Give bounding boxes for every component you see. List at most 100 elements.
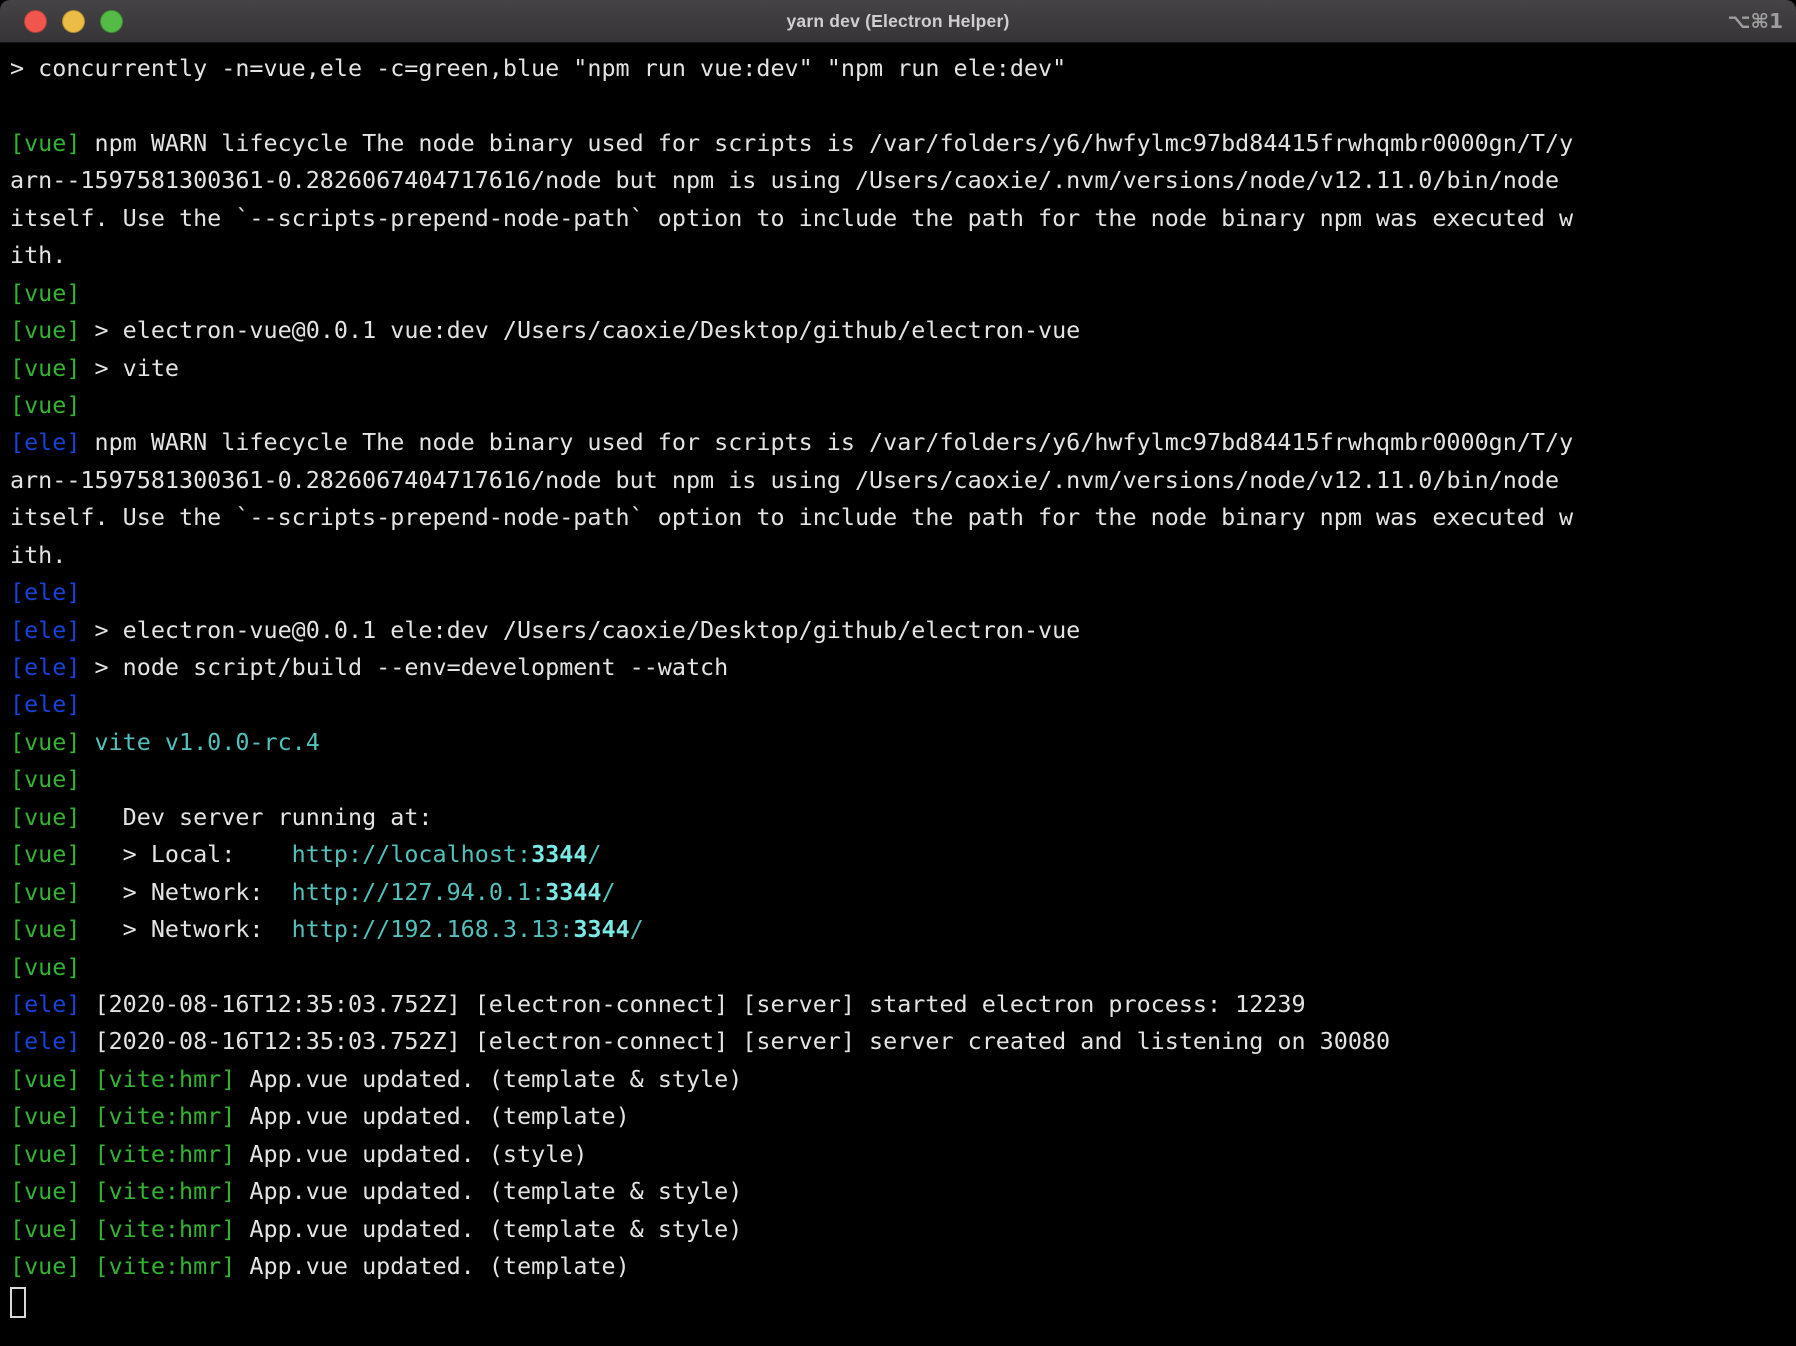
terminal-text-segment: > Local: (80, 840, 291, 868)
terminal-line: [vue] (10, 275, 1796, 312)
terminal-line: [ele] [2020-08-16T12:35:03.752Z] [electr… (10, 1023, 1796, 1060)
terminal-text-segment: App.vue updated. (template & style) (235, 1215, 742, 1243)
terminal-line: [vue] [vite:hmr] App.vue updated. (templ… (10, 1173, 1796, 1210)
close-button[interactable] (24, 10, 47, 33)
terminal-line: [vue] (10, 949, 1796, 986)
terminal-line: [vue] (10, 761, 1796, 798)
terminal-text-segment: [ele] (10, 990, 80, 1018)
terminal-text-segment: [vue] (10, 1102, 80, 1130)
terminal-line: [vue] > vite (10, 350, 1796, 387)
terminal-text-segment: [vite:hmr] (95, 1140, 236, 1168)
terminal-line: [vue] npm WARN lifecycle The node binary… (10, 125, 1796, 162)
terminal-text-segment: 3344 (545, 878, 601, 906)
terminal-line: [vue] Dev server running at: (10, 799, 1796, 836)
terminal-line: itself. Use the `--scripts-prepend-node-… (10, 200, 1796, 237)
terminal-line: [vue] > Network: http://127.94.0.1:3344/ (10, 874, 1796, 911)
terminal-line: arn--1597581300361-0.2826067404717616/no… (10, 162, 1796, 199)
keyboard-shortcut-badge: ⌥⌘1 (1727, 9, 1796, 33)
terminal-line: [ele] npm WARN lifecycle The node binary… (10, 424, 1796, 461)
terminal-screen[interactable]: > concurrently -n=vue,ele -c=green,blue … (0, 43, 1796, 1346)
terminal-line: [ele] > electron-vue@0.0.1 ele:dev /User… (10, 612, 1796, 649)
titlebar[interactable]: yarn dev (Electron Helper) ⌥⌘1 (0, 0, 1796, 43)
terminal-text-segment: [vite:hmr] (95, 1215, 236, 1243)
terminal-text-segment (80, 728, 94, 756)
terminal-text-segment: itself. Use the `--scripts-prepend-node-… (10, 204, 1573, 232)
terminal-text-segment: [vue] (10, 765, 80, 793)
terminal-text-segment: arn--1597581300361-0.2826067404717616/no… (10, 166, 1559, 194)
terminal-line: [vue] > Local: http://localhost:3344/ (10, 836, 1796, 873)
terminal-line: ith. (10, 237, 1796, 274)
terminal-line: [vue] > Network: http://192.168.3.13:334… (10, 911, 1796, 948)
terminal-text-segment: npm WARN lifecycle The node binary used … (80, 428, 1573, 456)
terminal-line: [ele] [2020-08-16T12:35:03.752Z] [electr… (10, 986, 1796, 1023)
terminal-line: [ele] (10, 686, 1796, 723)
terminal-text-segment (80, 1252, 94, 1280)
terminal-text-segment: [ele] (10, 653, 80, 681)
terminal-text-segment: [vue] (10, 803, 80, 831)
terminal-text-segment: > concurrently -n=vue,ele -c=green,blue … (10, 54, 1066, 82)
terminal-line (10, 1285, 1796, 1322)
terminal-text-segment: http://127.94.0.1: (292, 878, 545, 906)
terminal-text-segment: [vue] (10, 728, 80, 756)
terminal-text-segment: npm WARN lifecycle The node binary used … (80, 129, 1573, 157)
terminal-text-segment: [vue] (10, 1140, 80, 1168)
traffic-lights (0, 10, 123, 33)
terminal-text-segment: [vue] (10, 915, 80, 943)
terminal-text-segment: [vue] (10, 129, 80, 157)
minimize-button[interactable] (62, 10, 85, 33)
terminal-line: ith. (10, 537, 1796, 574)
terminal-text-segment: [vite:hmr] (95, 1102, 236, 1130)
fullscreen-button[interactable] (100, 10, 123, 33)
terminal-text-segment: [vue] (10, 878, 80, 906)
terminal-text-segment: > electron-vue@0.0.1 ele:dev /Users/caox… (80, 616, 1080, 644)
terminal-line: [vue] (10, 387, 1796, 424)
terminal-line: [vue] vite v1.0.0-rc.4 (10, 724, 1796, 761)
terminal-line: [ele] > node script/build --env=developm… (10, 649, 1796, 686)
terminal-text-segment: vite v1.0.0-rc.4 (95, 728, 320, 756)
terminal-text-segment: [2020-08-16T12:35:03.752Z] [electron-con… (80, 1027, 1390, 1055)
terminal-text-segment: [vue] (10, 354, 80, 382)
terminal-text-segment (80, 1177, 94, 1205)
terminal-text-segment: / (602, 878, 616, 906)
terminal-text-segment: > Network: (80, 915, 291, 943)
terminal-text-segment: [vite:hmr] (95, 1065, 236, 1093)
terminal-line: itself. Use the `--scripts-prepend-node-… (10, 499, 1796, 536)
terminal-text-segment: App.vue updated. (template) (235, 1102, 629, 1130)
terminal-text-segment: [vite:hmr] (95, 1252, 236, 1280)
terminal-text-segment: Dev server running at: (80, 803, 432, 831)
terminal-text-segment: > vite (80, 354, 179, 382)
terminal-window: yarn dev (Electron Helper) ⌥⌘1 > concurr… (0, 0, 1796, 1346)
terminal-text-segment: [ele] (10, 1027, 80, 1055)
terminal-line: [vue] [vite:hmr] App.vue updated. (style… (10, 1136, 1796, 1173)
terminal-text-segment: App.vue updated. (template & style) (235, 1177, 742, 1205)
terminal-text-segment: > node script/build --env=development --… (80, 653, 728, 681)
terminal-line: > concurrently -n=vue,ele -c=green,blue … (10, 50, 1796, 87)
terminal-text-segment: [vue] (10, 953, 80, 981)
terminal-text-segment: 3344 (531, 840, 587, 868)
terminal-text-segment (80, 1215, 94, 1243)
terminal-text-segment: [vue] (10, 1215, 80, 1243)
terminal-text-segment: arn--1597581300361-0.2826067404717616/no… (10, 466, 1559, 494)
terminal-text-segment: [vue] (10, 840, 80, 868)
terminal-text-segment: [ele] (10, 616, 80, 644)
terminal-text-segment: [vue] (10, 279, 80, 307)
terminal-text-segment: > Network: (80, 878, 291, 906)
terminal-text-segment: [ele] (10, 578, 80, 606)
window-title: yarn dev (Electron Helper) (0, 0, 1796, 42)
terminal-line: [vue] [vite:hmr] App.vue updated. (templ… (10, 1098, 1796, 1135)
terminal-text-segment (80, 1140, 94, 1168)
terminal-text-segment: [vue] (10, 1065, 80, 1093)
terminal-text-segment: [2020-08-16T12:35:03.752Z] [electron-con… (80, 990, 1305, 1018)
terminal-line (10, 87, 1796, 124)
terminal-line: [vue] [vite:hmr] App.vue updated. (templ… (10, 1248, 1796, 1285)
terminal-text-segment: [vite:hmr] (95, 1177, 236, 1205)
terminal-text-segment: [vue] (10, 1252, 80, 1280)
terminal-text-segment: App.vue updated. (template) (235, 1252, 629, 1280)
terminal-text-segment (80, 1065, 94, 1093)
terminal-line: [vue] [vite:hmr] App.vue updated. (templ… (10, 1211, 1796, 1248)
terminal-text-segment: http://localhost: (292, 840, 531, 868)
terminal-text-segment: [vue] (10, 316, 80, 344)
terminal-text-segment: / (630, 915, 644, 943)
terminal-text-segment (80, 1102, 94, 1130)
terminal-text-segment: App.vue updated. (style) (235, 1140, 587, 1168)
